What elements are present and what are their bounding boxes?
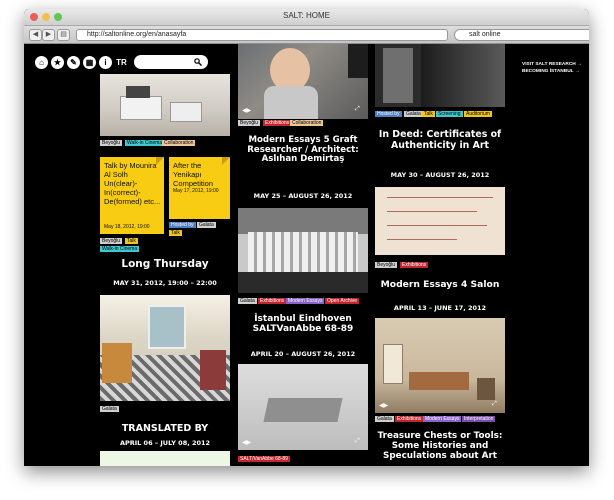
- tag-collaboration[interactable]: Collaboration: [162, 140, 196, 146]
- tag-walk-in-cinema[interactable]: Walk-in Cinema: [125, 140, 165, 146]
- talk-card-mounira[interactable]: Talk by Mounira Al Solh Un(clear)-In(cor…: [100, 157, 164, 234]
- expand-icon[interactable]: ⤢: [492, 401, 497, 408]
- image-construction-bw[interactable]: [238, 208, 368, 293]
- link-visit-salt-research[interactable]: VISIT SALT RESEARCH →: [522, 62, 582, 67]
- info-icon[interactable]: i: [99, 56, 112, 69]
- tag-exhibitions[interactable]: Exhibitions: [400, 262, 429, 268]
- tag-hosted-by[interactable]: Hosted by: [375, 111, 402, 117]
- expand-icon[interactable]: ⤢: [355, 438, 360, 445]
- event-date: MAY 31, 2012, 19:00 – 22:00: [113, 279, 217, 287]
- event-date: APRIL 13 – JUNE 17, 2012: [393, 304, 487, 312]
- tag-hosted-by[interactable]: Hosted by: [169, 222, 196, 228]
- event-title-istanbul-eindhoven[interactable]: İstanbul Eindhoven SALTVanAbbe 68-89: [238, 314, 368, 334]
- star-icon[interactable]: ★: [51, 56, 64, 69]
- tag-exhibitions[interactable]: Exhibitions: [258, 298, 287, 304]
- image-gallery-installation[interactable]: [100, 74, 230, 136]
- card-title: Talk by Mounira Al Solh Un(clear)-In(cor…: [104, 161, 161, 206]
- tag-open-archive[interactable]: Open Archive: [325, 298, 360, 304]
- image-translated-by[interactable]: [100, 451, 230, 466]
- event-date: MAY 25 – AUGUST 26, 2012: [253, 192, 353, 200]
- page-content: ⌂ ★ ✎ ▦ i TR Beyoğlu Walk-in Cinema Coll…: [24, 44, 589, 466]
- tag-talk[interactable]: Talk: [169, 230, 182, 236]
- card-date: May 18, 2012, 19:00: [104, 224, 150, 230]
- window-title: SALT: HOME: [283, 11, 330, 20]
- slideshow-controls[interactable]: ◀▶: [242, 439, 251, 446]
- forward-button[interactable]: ▶: [42, 29, 55, 41]
- event-title-treasure-chests[interactable]: Treasure Chests or Tools: Some Histories…: [375, 431, 505, 462]
- tag-screening[interactable]: Screening: [436, 111, 463, 117]
- event-date: APRIL 20 – AUGUST 26, 2012: [250, 350, 356, 358]
- event-date: APRIL 06 – JULY 08, 2012: [119, 439, 211, 447]
- tag-beyoglu[interactable]: Beyoğlu: [375, 262, 398, 268]
- image-library-hall[interactable]: [100, 295, 230, 401]
- event-title-modern-essays-5[interactable]: Modern Essays 5 Graft Researcher / Archi…: [238, 135, 368, 165]
- tag-galata[interactable]: Galata: [100, 406, 119, 412]
- browser-toolbar: ◀ ▶ ▤ http://saltonline.org/en/anasayfa …: [24, 26, 589, 44]
- browser-window: SALT: HOME ◀ ▶ ▤ http://saltonline.org/e…: [24, 9, 589, 466]
- image-installation-plate[interactable]: [238, 364, 368, 450]
- slideshow-controls[interactable]: ◀▶: [379, 402, 388, 409]
- next-arrow-icon[interactable]: ▶: [247, 440, 252, 446]
- link-becoming-istanbul[interactable]: BECOMING İSTANBUL →: [522, 69, 580, 74]
- event-title-modern-essays-4[interactable]: Modern Essays 4 Salon: [375, 279, 505, 290]
- tag-walk-in-cinema[interactable]: Walk-in Cinema: [100, 246, 140, 252]
- tag-interpretation[interactable]: Interpretation: [462, 416, 496, 422]
- reader-icon[interactable]: ▤: [57, 29, 70, 41]
- event-title-long-thursday[interactable]: Long Thursday: [100, 258, 230, 271]
- image-bw-painting[interactable]: [375, 44, 505, 107]
- search-icon: [194, 58, 202, 66]
- address-bar[interactable]: http://saltonline.org/en/anasayfa: [76, 29, 448, 41]
- back-button[interactable]: ◀: [29, 29, 42, 41]
- tag-galata[interactable]: Galata: [238, 298, 257, 304]
- tag-exhibitions[interactable]: Exhibitions: [263, 120, 292, 126]
- card-title: After the Yenikapı Competition: [173, 161, 214, 188]
- tag-beyoglu[interactable]: Beyoğlu: [100, 238, 123, 244]
- next-arrow-icon[interactable]: ▶: [247, 108, 252, 114]
- image-certificate-document[interactable]: [375, 187, 505, 255]
- event-title-in-deed[interactable]: In Deed: Certificates of Authenticity in…: [375, 129, 505, 151]
- tag-saltvanabbe[interactable]: SALT/VanAbbe 68-89: [238, 456, 290, 462]
- next-arrow-icon[interactable]: ▶: [384, 403, 389, 409]
- tag-modern-essays[interactable]: Modern Essays: [286, 298, 325, 304]
- tag-galata[interactable]: Galata: [197, 222, 216, 228]
- talk-card-yenikapi[interactable]: After the Yenikapı Competition May 17, 2…: [169, 157, 230, 219]
- tag-beyoglu[interactable]: Beyoğlu: [100, 140, 123, 146]
- slideshow-controls[interactable]: ◀▶: [242, 107, 251, 114]
- calendar-icon[interactable]: ▦: [83, 56, 96, 69]
- image-child-portrait[interactable]: [238, 44, 368, 119]
- language-switch[interactable]: TR: [115, 56, 128, 69]
- tag-talk[interactable]: Talk: [422, 111, 435, 117]
- event-date: MAY 30 – AUGUST 26, 2012: [390, 171, 490, 179]
- image-salon-interior[interactable]: [375, 318, 505, 413]
- tag-exhibitions[interactable]: Exhibitions: [395, 416, 424, 422]
- event-title-translated-by[interactable]: TRANSLATED BY: [100, 423, 230, 435]
- title-bar: SALT: HOME: [24, 9, 589, 26]
- tag-beyoglu[interactable]: Beyoğlu: [238, 120, 261, 126]
- tag-collaboration[interactable]: Collaboration: [290, 120, 324, 126]
- tag-auditorium[interactable]: Auditorium: [464, 111, 492, 117]
- expand-icon[interactable]: ⤢: [355, 106, 360, 113]
- tag-galata[interactable]: Galata: [404, 111, 423, 117]
- home-icon[interactable]: ⌂: [35, 56, 48, 69]
- tag-modern-essays[interactable]: Modern Essays: [423, 416, 462, 422]
- pin-icon[interactable]: ✎: [67, 56, 80, 69]
- tag-talk[interactable]: Talk: [125, 238, 138, 244]
- tag-galata[interactable]: Galata: [375, 416, 394, 422]
- browser-search-field[interactable]: salt online: [454, 29, 589, 41]
- site-search-input[interactable]: [134, 55, 208, 69]
- card-date: May 17, 2012, 19:00: [173, 188, 219, 194]
